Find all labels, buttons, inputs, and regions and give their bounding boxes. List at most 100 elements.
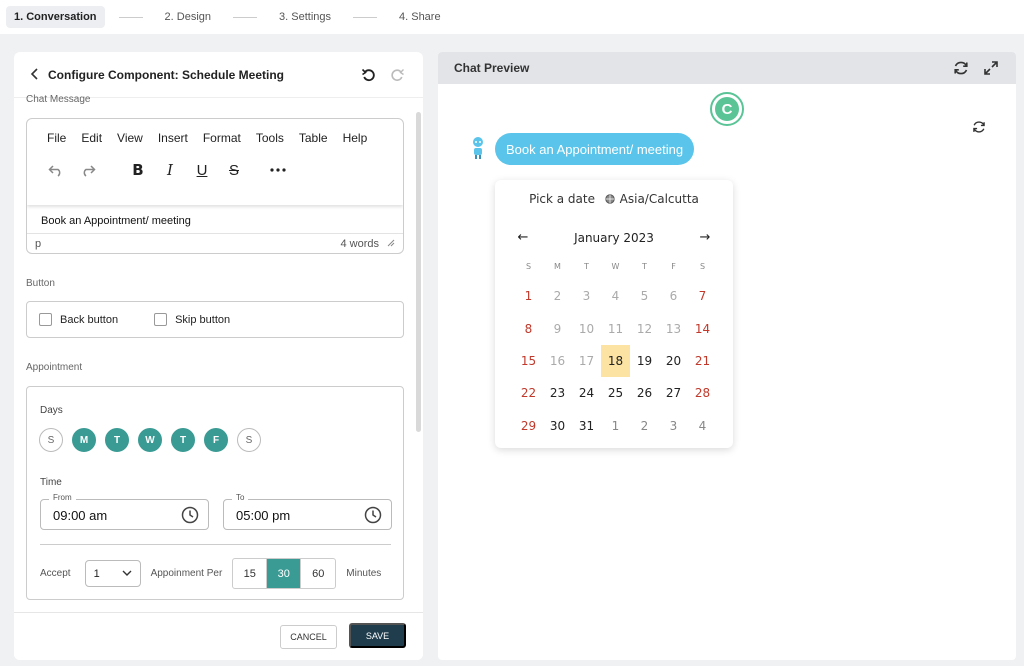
step-1[interactable]: 1. Conversation — [6, 6, 105, 28]
editor-menu-file[interactable]: File — [47, 131, 66, 145]
calendar-day: 12 — [636, 321, 653, 336]
calendar-day[interactable]: 24 — [572, 377, 601, 409]
editor-menubar: File Edit View Insert Format Tools Table Help — [27, 119, 403, 145]
calendar-day: 3 — [669, 418, 678, 433]
from-time-field[interactable]: From 09:00 am — [40, 493, 209, 530]
refresh-icon[interactable] — [952, 59, 970, 77]
weekday-header: F — [671, 262, 676, 271]
calendar-day[interactable]: 7 — [688, 280, 717, 312]
editor-statusbar: p 4 words — [27, 233, 403, 253]
calendar-day[interactable]: 19 — [630, 345, 659, 377]
weekday-header: M — [554, 262, 561, 271]
days-label: Days — [40, 405, 63, 416]
back-button-checkbox[interactable]: Back button — [39, 313, 118, 326]
strikethrough-button[interactable]: S — [223, 159, 245, 181]
duration-option[interactable]: 30 — [267, 559, 302, 588]
day-toggle[interactable]: S — [39, 428, 63, 452]
chat-message-label: Chat Message — [26, 94, 91, 105]
save-button[interactable]: SAVE — [349, 623, 406, 648]
day-toggle[interactable]: M — [72, 428, 96, 452]
divider — [40, 544, 391, 545]
panel-scrollbar[interactable] — [416, 112, 421, 432]
calendar-day-today[interactable]: 18 — [601, 344, 630, 378]
bot-avatar-icon — [471, 136, 485, 165]
editor-menu-edit[interactable]: Edit — [81, 131, 102, 145]
chat-preview-header: Chat Preview — [438, 52, 1016, 84]
refresh-chat-icon[interactable] — [972, 120, 986, 139]
prev-month-button[interactable]: ← — [515, 230, 531, 245]
bold-button[interactable]: B — [127, 159, 149, 181]
underline-button[interactable]: U — [191, 159, 213, 181]
checkbox[interactable] — [154, 313, 168, 326]
calendar-day[interactable]: 28 — [688, 377, 717, 409]
day-toggle[interactable]: T — [105, 428, 129, 452]
editor-undo-icon[interactable] — [45, 159, 67, 181]
accept-select[interactable]: 1 — [84, 560, 141, 587]
to-time-field[interactable]: To 05:00 pm — [223, 493, 392, 530]
cancel-button[interactable]: CANCEL — [280, 625, 337, 649]
more-horizontal-icon[interactable] — [267, 159, 289, 181]
editor-menu-tools[interactable]: Tools — [256, 131, 284, 145]
calendar-day: 9 — [553, 321, 562, 336]
month-navigation: ← January 2023 → — [515, 230, 713, 245]
redo-icon[interactable] — [387, 65, 407, 85]
month-label: January 2023 — [574, 230, 654, 245]
to-caption: To — [232, 493, 249, 502]
calendar-day: 16 — [549, 353, 566, 368]
calendar-day[interactable]: 22 — [514, 377, 543, 409]
calendar-day[interactable]: 27 — [659, 377, 688, 409]
calendar-day[interactable]: 15 — [514, 345, 543, 377]
editor-menu-table[interactable]: Table — [299, 131, 328, 145]
editor-tools: B I U S — [27, 145, 403, 181]
day-toggle[interactable]: S — [237, 428, 261, 452]
step-2[interactable]: 2. Design — [157, 6, 219, 28]
resize-grip-icon[interactable] — [387, 238, 395, 250]
chevron-left-icon[interactable] — [30, 64, 40, 85]
calendar-day: 17 — [578, 353, 595, 368]
calendar-day[interactable]: 8 — [514, 312, 543, 344]
date-picker-card: Pick a date Asia/Calcutta ← January 2023… — [495, 180, 733, 448]
editor-menu-view[interactable]: View — [117, 131, 143, 145]
calendar-day[interactable]: 21 — [688, 345, 717, 377]
calendar-day[interactable]: 23 — [543, 377, 572, 409]
duration-option[interactable]: 60 — [301, 559, 335, 588]
undo-icon[interactable] — [359, 65, 379, 85]
calendar-day[interactable]: 31 — [572, 410, 601, 442]
day-toggle[interactable]: W — [138, 428, 162, 452]
calendar-day: 6 — [669, 289, 678, 304]
weekday-header: W — [611, 262, 620, 271]
skip-button-checkbox[interactable]: Skip button — [154, 313, 230, 326]
next-month-button[interactable]: → — [697, 230, 713, 245]
calendar-day[interactable]: 30 — [543, 410, 572, 442]
calendar-day: 4 — [611, 289, 620, 304]
editor-menu-format[interactable]: Format — [203, 131, 241, 145]
element-path: p — [35, 237, 42, 250]
clock-icon[interactable] — [364, 506, 382, 529]
accept-row: Accept 1 Appoinment Per 15 30 60 Minutes — [40, 558, 381, 589]
step-4[interactable]: 4. Share — [391, 6, 449, 28]
calendar-day[interactable]: 26 — [630, 377, 659, 409]
calendar-day: 5 — [640, 289, 649, 304]
checkbox[interactable] — [39, 313, 52, 326]
editor-menu-help[interactable]: Help — [343, 131, 368, 145]
duration-option[interactable]: 15 — [233, 559, 268, 588]
clock-icon[interactable] — [181, 506, 199, 529]
step-3[interactable]: 3. Settings — [271, 6, 339, 28]
calendar-day[interactable]: 25 — [601, 377, 630, 409]
expand-icon[interactable] — [982, 59, 1000, 77]
calendar-day[interactable]: 29 — [514, 410, 543, 442]
editor-redo-icon[interactable] — [77, 159, 99, 181]
panel-header: Configure Component: Schedule Meeting — [14, 52, 423, 98]
from-time-value: 09:00 am — [53, 508, 108, 523]
editor-menu-insert[interactable]: Insert — [158, 131, 188, 145]
day-toggle[interactable]: T — [171, 428, 195, 452]
day-toggle[interactable]: F — [204, 428, 228, 452]
button-section-label: Button — [26, 278, 55, 289]
calendar-day[interactable]: 14 — [688, 312, 717, 344]
weekday-header: S — [699, 262, 706, 271]
editor-content[interactable]: Book an Appointment/ meeting — [27, 205, 403, 235]
calendar-day[interactable]: 20 — [659, 345, 688, 377]
calendar-day[interactable]: 1 — [514, 280, 543, 312]
italic-button[interactable]: I — [159, 159, 181, 181]
duration-selector: 15 30 60 — [232, 558, 337, 589]
